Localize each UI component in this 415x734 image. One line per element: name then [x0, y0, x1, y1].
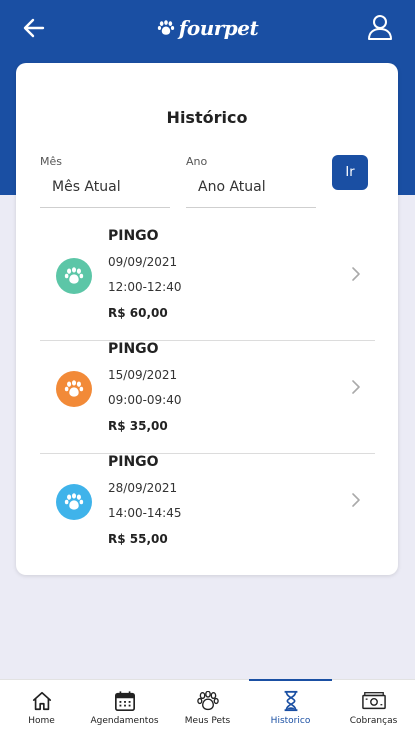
nav-label-cobrancas: Cobranças	[349, 716, 398, 726]
top-bar: fourpet	[0, 0, 415, 56]
paw-icon	[157, 20, 174, 35]
year-label: Ano	[186, 155, 208, 168]
paw-icon	[64, 493, 84, 510]
appointment-date: 28/09/2021	[108, 481, 178, 495]
user-icon	[368, 15, 392, 40]
history-item[interactable]: PINGO 09/09/2021 12:00-12:40 R$ 60,00	[40, 228, 375, 341]
nav-item-agendamentos[interactable]: Agendamentos	[83, 680, 166, 734]
appointment-time: 14:00-14:45	[108, 506, 182, 520]
bottom-nav: Home Agendamentos Meus Pets Historico Co…	[0, 679, 415, 734]
money-icon	[361, 692, 386, 710]
hourglass-icon	[284, 690, 297, 712]
appointment-date: 15/09/2021	[108, 368, 178, 382]
nav-item-historico[interactable]: Historico	[249, 679, 332, 734]
nav-label-home: Home	[28, 716, 55, 726]
back-button[interactable]	[20, 14, 48, 42]
pet-name: PINGO	[108, 341, 159, 357]
month-field[interactable]: Mês Mês Atual	[40, 155, 170, 208]
go-button[interactable]: Ir	[332, 155, 368, 190]
paw-icon	[64, 267, 84, 284]
appointment-price: R$ 60,00	[108, 306, 168, 320]
appointment-price: R$ 35,00	[108, 419, 168, 433]
chevron-right-icon	[352, 267, 360, 281]
appointment-price: R$ 55,00	[108, 532, 168, 546]
appointment-time: 09:00-09:40	[108, 393, 182, 407]
calendar-icon	[114, 691, 135, 711]
nav-label-historico: Historico	[270, 716, 311, 726]
arrow-left-icon	[23, 18, 45, 38]
history-item[interactable]: PINGO 28/09/2021 14:00-14:45 R$ 55,00	[40, 454, 375, 567]
app-logo: fourpet	[157, 16, 259, 40]
year-value: Ano Atual	[198, 179, 266, 195]
nav-item-cobrancas[interactable]: Cobranças	[332, 680, 415, 734]
nav-label-meus-pets: Meus Pets	[184, 716, 231, 726]
paw-icon	[196, 691, 219, 711]
home-icon	[32, 691, 51, 711]
history-card: Histórico Mês Mês Atual Ano Ano Atual Ir…	[16, 63, 398, 575]
profile-button[interactable]	[365, 12, 395, 42]
appointment-date: 09/09/2021	[108, 255, 178, 269]
year-field[interactable]: Ano Ano Atual	[186, 155, 316, 208]
month-label: Mês	[40, 155, 62, 168]
appointment-time: 12:00-12:40	[108, 280, 182, 294]
month-value: Mês Atual	[52, 179, 121, 195]
pet-avatar	[56, 371, 92, 407]
history-item[interactable]: PINGO 15/09/2021 09:00-09:40 R$ 35,00	[40, 341, 375, 454]
nav-label-agendamentos: Agendamentos	[90, 716, 159, 726]
pet-name: PINGO	[108, 228, 159, 244]
page-title: Histórico	[166, 108, 248, 127]
pet-avatar	[56, 258, 92, 294]
nav-item-meus-pets[interactable]: Meus Pets	[166, 680, 249, 734]
pet-avatar	[56, 484, 92, 520]
chevron-right-icon	[352, 493, 360, 507]
nav-item-home[interactable]: Home	[0, 680, 83, 734]
paw-icon	[64, 380, 84, 397]
chevron-right-icon	[352, 380, 360, 394]
logo-text: fourpet	[178, 16, 259, 40]
pet-name: PINGO	[108, 454, 159, 470]
